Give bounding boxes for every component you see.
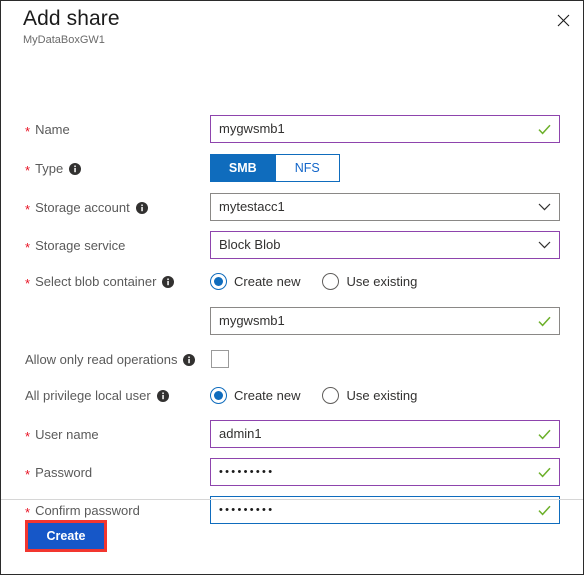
storage-service-select[interactable]: Block Blob xyxy=(210,231,560,259)
name-input[interactable]: mygwsmb1 xyxy=(210,115,560,143)
blob-container-name-input[interactable]: mygwsmb1 xyxy=(210,307,560,335)
field-row-blob-container-name: mygwsmb1 xyxy=(1,307,583,335)
name-field-wrap: mygwsmb1 xyxy=(210,115,560,143)
dialog-subtitle: MyDataBoxGW1 xyxy=(23,34,105,46)
required-marker: * xyxy=(25,162,31,178)
info-icon[interactable] xyxy=(183,354,196,366)
required-marker: * xyxy=(25,504,31,520)
label-type: * Type xyxy=(25,154,82,182)
storage-account-field-wrap: mytestacc1 xyxy=(210,193,560,221)
local-user-radio-create-new[interactable]: Create new xyxy=(210,386,300,404)
info-icon[interactable] xyxy=(156,390,169,402)
local-user-mode-wrap: Create new Use existing xyxy=(210,381,439,409)
confirm-password-input[interactable]: ••••••••• xyxy=(210,496,560,524)
label-storage-account: * Storage account xyxy=(25,193,148,221)
required-marker: * xyxy=(25,201,31,217)
allow-read-only-wrap xyxy=(211,345,229,368)
valid-check-icon xyxy=(538,429,551,440)
allow-read-only-checkbox[interactable] xyxy=(211,350,229,368)
required-marker: * xyxy=(25,239,31,255)
label-user-name: * User name xyxy=(25,426,99,444)
label-password: * Password xyxy=(25,464,93,482)
valid-check-icon xyxy=(538,467,551,478)
field-row-password: * Password ••••••••• xyxy=(1,458,583,486)
type-option-nfs[interactable]: NFS xyxy=(275,154,340,182)
field-row-all-privilege-local-user: All privilege local user Create new Use … xyxy=(1,381,583,409)
chevron-down-icon xyxy=(538,203,551,211)
radio-mark xyxy=(210,386,227,404)
valid-check-icon xyxy=(538,505,551,516)
radio-mark xyxy=(322,272,340,290)
dialog-header: Add share MyDataBoxGW1 xyxy=(1,1,583,49)
field-row-name: * Name mygwsmb1 xyxy=(1,115,583,143)
field-row-storage-service: * Storage service Block Blob xyxy=(1,231,583,259)
password-input[interactable]: ••••••••• xyxy=(210,458,560,486)
storage-service-field-wrap: Block Blob xyxy=(210,231,560,259)
label-all-privilege-local-user: All privilege local user xyxy=(25,381,169,409)
storage-account-select[interactable]: mytestacc1 xyxy=(210,193,560,221)
blob-container-radio-use-existing[interactable]: Use existing xyxy=(322,272,417,290)
required-marker: * xyxy=(25,428,31,444)
label-name: * Name xyxy=(25,121,70,139)
confirm-password-field-wrap: ••••••••• xyxy=(210,496,560,524)
page-title: Add share xyxy=(23,7,120,30)
label-select-blob-container: * Select blob container xyxy=(25,267,175,295)
type-field-wrap: SMB NFS xyxy=(210,154,340,182)
type-toggle: SMB NFS xyxy=(210,154,340,182)
required-marker: * xyxy=(25,275,31,291)
user-name-field-wrap: admin1 xyxy=(210,420,560,448)
close-icon[interactable] xyxy=(549,6,577,34)
user-name-input[interactable]: admin1 xyxy=(210,420,560,448)
field-row-storage-account: * Storage account mytestacc1 xyxy=(1,193,583,221)
required-marker: * xyxy=(25,123,31,139)
blob-container-name-wrap: mygwsmb1 xyxy=(210,307,560,335)
blob-container-radio-group: Create new Use existing xyxy=(210,267,439,295)
local-user-radio-group: Create new Use existing xyxy=(210,381,439,409)
label-storage-service: * Storage service xyxy=(25,237,126,255)
create-button-highlight: Create xyxy=(25,520,107,552)
local-user-radio-use-existing[interactable]: Use existing xyxy=(322,386,417,404)
info-icon[interactable] xyxy=(69,163,82,175)
field-row-user-name: * User name admin1 xyxy=(1,420,583,448)
field-row-select-blob-container: * Select blob container Create new Use e… xyxy=(1,267,583,295)
valid-check-icon xyxy=(538,316,551,327)
add-share-dialog: Add share MyDataBoxGW1 * Name mygwsmb1 *… xyxy=(0,0,584,575)
valid-check-icon xyxy=(538,124,551,135)
type-option-smb[interactable]: SMB xyxy=(210,154,276,182)
create-button[interactable]: Create xyxy=(28,523,104,549)
info-icon[interactable] xyxy=(135,202,148,214)
radio-mark xyxy=(322,386,340,404)
footer-divider xyxy=(1,499,583,500)
info-icon[interactable] xyxy=(162,276,175,288)
label-allow-read-only: Allow only read operations xyxy=(25,345,196,373)
radio-mark xyxy=(210,272,227,290)
field-row-allow-read-only: Allow only read operations xyxy=(1,345,583,373)
password-field-wrap: ••••••••• xyxy=(210,458,560,486)
blob-container-radio-create-new[interactable]: Create new xyxy=(210,272,300,290)
required-marker: * xyxy=(25,466,31,482)
field-row-type: * Type SMB NFS xyxy=(1,154,583,182)
blob-container-mode-wrap: Create new Use existing xyxy=(210,267,439,295)
chevron-down-icon xyxy=(538,241,551,249)
